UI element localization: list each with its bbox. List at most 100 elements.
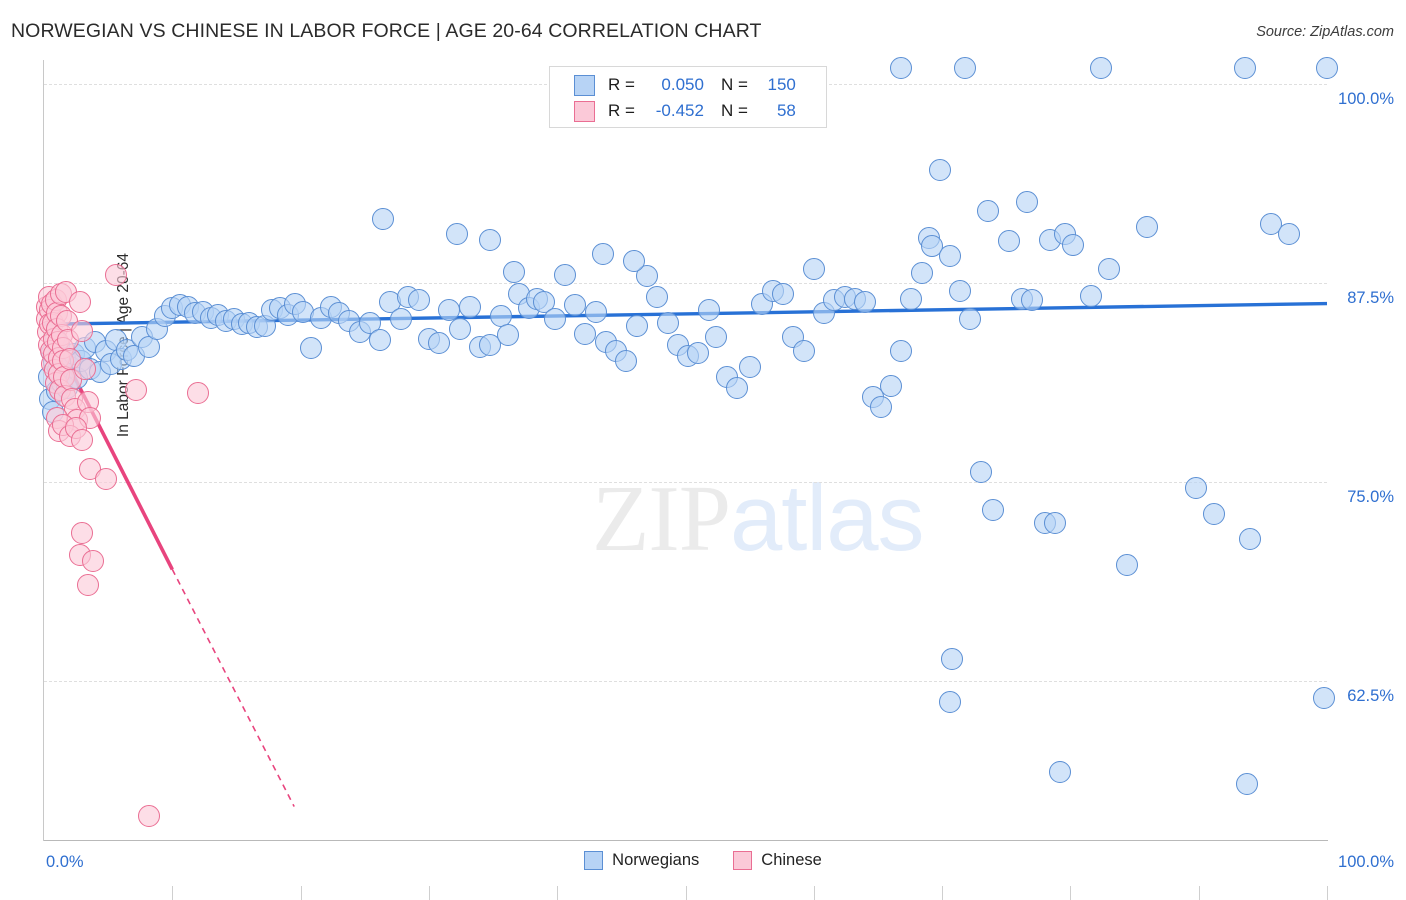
scatter-point-norwegians[interactable] [553, 263, 576, 286]
scatter-point-chinese[interactable] [71, 429, 94, 452]
stats-n-label-chinese: N = [720, 101, 748, 120]
stats-n-value-chinese: 58 [776, 101, 796, 120]
scatter-point-norwegians[interactable] [497, 324, 520, 347]
stats-n-label-norwegians: N = [720, 75, 748, 94]
scatter-point-norwegians[interactable] [938, 690, 961, 713]
scatter-point-norwegians[interactable] [299, 337, 322, 360]
scatter-point-norwegians[interactable] [615, 349, 638, 372]
scatter-point-norwegians[interactable] [543, 308, 566, 331]
scatter-point-chinese[interactable] [186, 381, 209, 404]
scatter-point-norwegians[interactable] [910, 262, 933, 285]
scatter-point-norwegians[interactable] [1233, 56, 1256, 79]
scatter-point-norwegians[interactable] [697, 298, 720, 321]
scatter-point-chinese[interactable] [138, 805, 161, 828]
scatter-point-norwegians[interactable] [1236, 773, 1259, 796]
scatter-point-chinese[interactable] [125, 378, 148, 401]
scatter-point-norwegians[interactable] [1239, 528, 1262, 551]
x-tick-mark [1198, 886, 1200, 900]
stats-r-value-norwegians: 0.050 [661, 75, 704, 94]
scatter-point-norwegians[interactable] [1061, 233, 1084, 256]
stats-row-chinese: R = -0.452 N = 58 [550, 98, 828, 124]
scatter-point-norwegians[interactable] [656, 311, 679, 334]
scatter-point-norwegians[interactable] [625, 314, 648, 337]
plot-area: ZIPatlas [35, 56, 1338, 900]
scatter-point-norwegians[interactable] [1203, 502, 1226, 525]
scatter-point-norwegians[interactable] [1185, 477, 1208, 500]
scatter-point-norwegians[interactable] [954, 56, 977, 79]
y-axis-tick-label: 87.5% [1347, 288, 1394, 307]
x-tick-mark [685, 886, 687, 900]
y-axis-tick-label: 75.0% [1347, 487, 1394, 506]
scatter-point-norwegians[interactable] [941, 647, 964, 670]
scatter-point-norwegians[interactable] [687, 341, 710, 364]
scatter-point-norwegians[interactable] [792, 340, 815, 363]
scatter-point-norwegians[interactable] [705, 325, 728, 348]
scatter-point-norwegians[interactable] [802, 257, 825, 280]
scatter-point-chinese[interactable] [81, 550, 104, 573]
scatter-point-chinese[interactable] [94, 467, 117, 490]
scatter-point-norwegians[interactable] [584, 300, 607, 323]
scatter-point-norwegians[interactable] [890, 56, 913, 79]
scatter-point-norwegians[interactable] [969, 461, 992, 484]
scatter-point-chinese[interactable] [71, 521, 94, 544]
y-axis-tick-label: 100.0% [1338, 89, 1394, 108]
scatter-point-norwegians[interactable] [407, 289, 430, 312]
scatter-point-norwegians[interactable] [564, 294, 587, 317]
scatter-point-chinese[interactable] [71, 319, 94, 342]
legend-item-norwegians[interactable]: Norwegians [584, 851, 699, 870]
y-axis-tick-label: 62.5% [1347, 686, 1394, 705]
x-tick-mark [557, 886, 559, 900]
scatter-point-norwegians[interactable] [389, 308, 412, 331]
scatter-point-norwegians[interactable] [369, 329, 392, 352]
legend-item-chinese[interactable]: Chinese [733, 851, 822, 870]
scatter-point-norwegians[interactable] [928, 158, 951, 181]
scatter-point-norwegians[interactable] [479, 228, 502, 251]
scatter-point-norwegians[interactable] [1313, 687, 1336, 710]
scatter-point-norwegians[interactable] [1049, 760, 1072, 783]
scatter-point-norwegians[interactable] [959, 308, 982, 331]
scatter-point-norwegians[interactable] [1136, 216, 1159, 239]
scatter-point-norwegians[interactable] [502, 260, 525, 283]
scatter-point-norwegians[interactable] [738, 356, 761, 379]
scatter-point-norwegians[interactable] [1277, 222, 1300, 245]
scatter-point-norwegians[interactable] [448, 318, 471, 341]
scatter-point-norwegians[interactable] [869, 396, 892, 419]
scatter-point-norwegians[interactable] [1020, 289, 1043, 312]
scatter-point-norwegians[interactable] [592, 243, 615, 266]
scatter-point-norwegians[interactable] [977, 200, 1000, 223]
scatter-point-norwegians[interactable] [1015, 190, 1038, 213]
scatter-point-norwegians[interactable] [623, 249, 646, 272]
gridline [44, 680, 1327, 682]
scatter-point-norwegians[interactable] [1115, 553, 1138, 576]
scatter-point-norwegians[interactable] [371, 208, 394, 231]
scatter-point-norwegians[interactable] [854, 290, 877, 313]
scatter-point-norwegians[interactable] [982, 499, 1005, 522]
scatter-point-norwegians[interactable] [949, 279, 972, 302]
stats-row-norwegians: R = 0.050 N = 150 [550, 72, 828, 98]
scatter-point-norwegians[interactable] [1044, 512, 1066, 535]
scatter-point-chinese[interactable] [74, 357, 97, 380]
scatter-point-norwegians[interactable] [458, 295, 481, 318]
scatter-point-norwegians[interactable] [574, 322, 597, 345]
scatter-point-norwegians[interactable] [1090, 56, 1113, 79]
scatter-point-norwegians[interactable] [446, 222, 469, 245]
scatter-point-norwegians[interactable] [938, 244, 961, 267]
x-tick-mark [813, 886, 815, 900]
scatter-point-norwegians[interactable] [725, 376, 748, 399]
scatter-point-norwegians[interactable] [890, 340, 913, 363]
scatter-point-norwegians[interactable] [1097, 257, 1120, 280]
scatter-point-norwegians[interactable] [1316, 56, 1338, 79]
scatter-point-norwegians[interactable] [1079, 284, 1102, 307]
scatter-point-norwegians[interactable] [772, 283, 794, 305]
scatter-point-norwegians[interactable] [900, 287, 923, 310]
scatter-point-norwegians[interactable] [646, 286, 669, 309]
x-tick-mark [942, 886, 944, 900]
scatter-point-chinese[interactable] [68, 290, 91, 313]
scatter-point-norwegians[interactable] [997, 230, 1020, 253]
watermark-atlas: atlas [730, 465, 925, 570]
scatter-point-chinese[interactable] [76, 574, 99, 597]
scatter-point-chinese[interactable] [104, 263, 127, 286]
gridline [44, 282, 1327, 284]
scatter-point-norwegians[interactable] [428, 332, 451, 355]
scatter-point-norwegians[interactable] [879, 375, 902, 398]
